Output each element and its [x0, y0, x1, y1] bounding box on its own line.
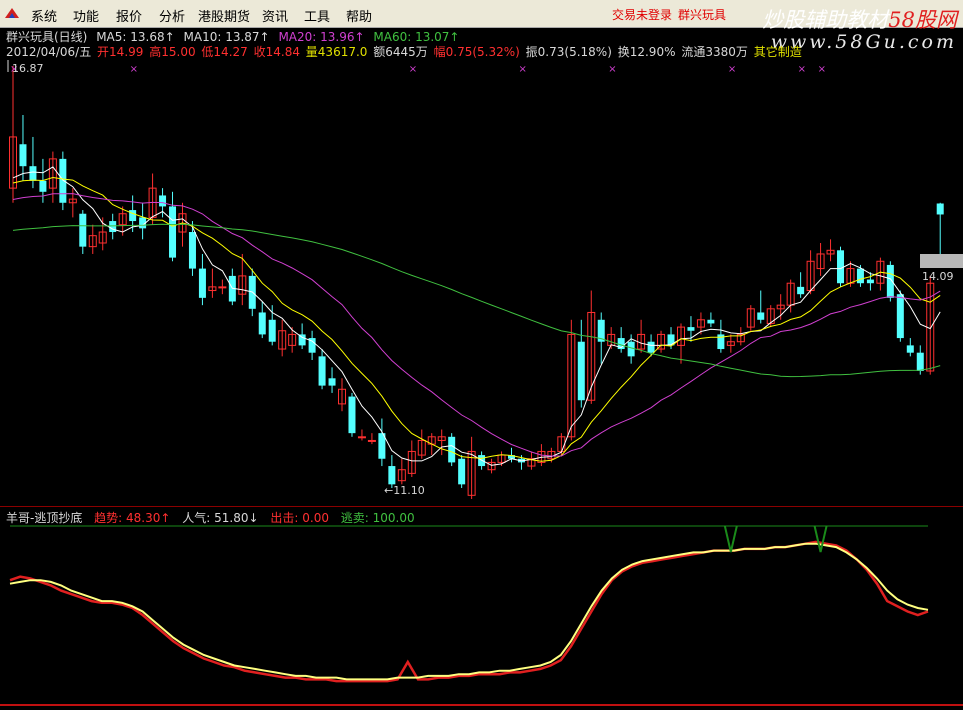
menu-item-analysis[interactable]: 分析 [159, 6, 185, 25]
period-low-label: ←11.10 [384, 484, 425, 497]
indicator-trend: 趋势: 48.30↑ [94, 511, 171, 525]
candle-body-down [258, 312, 266, 335]
menu-item-quotes[interactable]: 报价 [116, 6, 142, 25]
signal-x-mark: × [798, 64, 806, 75]
ma60-line [12, 223, 941, 378]
quote-date: 2012/04/06/五 [6, 45, 92, 59]
sell-signal-mark [813, 525, 828, 553]
candle-body-down [906, 345, 914, 353]
menu-item-help[interactable]: 帮助 [346, 6, 372, 25]
watermark-brand: 58股网 [888, 8, 957, 32]
signal-x-mark: × [518, 64, 526, 75]
candle-body-down [328, 378, 336, 386]
quote-high: 高15.00 [149, 45, 196, 59]
candle-body-down [188, 232, 196, 269]
menu-item-tools[interactable]: 工具 [304, 6, 330, 25]
candle-body-down [687, 327, 695, 331]
candle-body-down [577, 341, 585, 401]
ma5-value: MA5: 13.68↑ [96, 30, 175, 44]
current-stock-name: 群兴玩具 [678, 8, 727, 22]
candle-body-down [79, 213, 87, 247]
ma10-line [12, 176, 941, 462]
menu-item-system[interactable]: 系统 [31, 6, 57, 25]
chart-title: 群兴玩具(日线) [6, 30, 88, 44]
indicator-chart[interactable] [0, 524, 963, 710]
quote-low: 低14.27 [201, 45, 248, 59]
period-high-label: 16.87 [12, 62, 44, 75]
candle-body-down [318, 356, 326, 386]
quote-float: 流通3380万 [681, 45, 748, 59]
indicator-name[interactable]: 羊哥-逃顶抄底 [6, 511, 82, 525]
quote-sector: 其它制造 [753, 45, 802, 59]
candle-body-down [198, 268, 206, 298]
candlestick-chart[interactable]: × × × × × × × × 16.87 ←11.10 14.09 [0, 58, 963, 506]
indicator-sell: 逃卖: 100.00 [340, 511, 415, 525]
menu-item-functions[interactable]: 功能 [73, 6, 99, 25]
candle-body-down [837, 250, 845, 284]
candle-body-up [357, 436, 366, 439]
candle-body-up [218, 286, 227, 289]
candle-body-down [627, 341, 635, 357]
current-price-label: 14.09 [922, 270, 954, 283]
ma60-value: MA60: 13.07↑ [373, 30, 460, 44]
ma10-value: MA10: 13.87↑ [183, 30, 270, 44]
menu-item-hk-futures[interactable]: 港股期货 [198, 6, 250, 25]
signal-x-mark: × [409, 64, 417, 75]
signal-x-mark: × [608, 64, 616, 75]
candle-body-down [797, 286, 805, 295]
candle-body-down [129, 210, 137, 222]
quote-change: 幅0.75(5.32%) [433, 45, 520, 59]
candle-body-down [458, 458, 466, 485]
signal-x-mark: × [818, 64, 826, 75]
quote-close: 收14.84 [253, 45, 300, 59]
candle-body-down [159, 195, 167, 207]
login-status[interactable]: 交易未登录 [612, 6, 672, 23]
candle-body-down [757, 312, 765, 320]
candle-body-down [348, 396, 356, 434]
candle-body-down [647, 341, 655, 353]
quote-amount: 额6445万 [373, 45, 428, 59]
app-logo-icon [5, 8, 19, 18]
price-axis-marker [920, 254, 963, 268]
quote-turnover: 换12.90% [617, 45, 676, 59]
signal-x-mark: × [130, 64, 138, 75]
quote-amplitude: 振0.73(5.18%) [525, 45, 612, 59]
candle-body-down [388, 466, 396, 485]
trend-line [9, 540, 929, 683]
candle-body-down [29, 166, 37, 181]
candle-body-down [109, 221, 117, 233]
indicator-exit: 出击: 0.00 [270, 511, 329, 525]
signal-x-mark: × [728, 64, 736, 75]
quote-volume: 量43617.0 [305, 45, 368, 59]
ma20-line [12, 193, 941, 457]
candle-body-down [936, 203, 944, 215]
pane-divider [0, 506, 963, 507]
candle-body-down [866, 279, 874, 284]
popularity-line [9, 542, 929, 681]
candle-body-up [367, 439, 376, 442]
candle-body-down [707, 319, 715, 324]
candle-body-down [448, 436, 456, 463]
indicator-popularity: 人气: 51.80↓ [182, 511, 259, 525]
candle-body-down [169, 206, 177, 258]
candle-body-down [19, 144, 27, 167]
watermark-title: 炒股辅助教材 [762, 8, 889, 32]
quote-open: 开14.99 [97, 45, 144, 59]
ma20-value: MA20: 13.96↑ [278, 30, 365, 44]
candle-body-down [856, 268, 864, 284]
candle-body-down [39, 180, 47, 192]
candle-body-down [896, 294, 904, 339]
menu-item-news[interactable]: 资讯 [262, 6, 288, 25]
candle-body-down [268, 319, 276, 342]
sell-signal-mark [723, 525, 738, 553]
candle-body-down [916, 352, 924, 371]
candle-body-down [59, 158, 67, 203]
